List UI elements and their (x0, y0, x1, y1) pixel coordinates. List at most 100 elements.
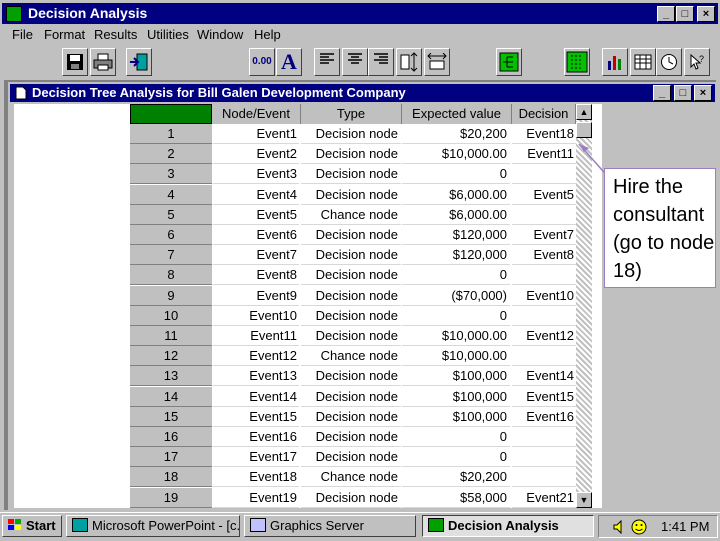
row-header[interactable]: 16 (130, 427, 212, 447)
cell-expected-value[interactable]: $20,200 (402, 467, 510, 488)
cell-node[interactable]: Event5 (213, 205, 299, 225)
cell-decision[interactable] (512, 306, 576, 326)
cell-expected-value[interactable]: 0 (402, 427, 510, 447)
cell-type[interactable]: Decision node (301, 164, 401, 185)
cell-decision[interactable] (512, 447, 576, 468)
cell-node[interactable]: Event6 (213, 225, 299, 245)
cell-expected-value[interactable]: $10,000.00 (402, 326, 510, 346)
column-header-type[interactable]: Type (301, 104, 402, 124)
cell-decision[interactable]: Event16 (512, 407, 576, 427)
cell-expected-value[interactable]: $100,000 (402, 407, 510, 427)
row-header[interactable]: 12 (130, 346, 212, 367)
cell-expected-value[interactable]: 0 (402, 306, 510, 326)
row-height-button[interactable] (396, 48, 422, 76)
row-header[interactable]: 19 (130, 487, 212, 508)
cell-expected-value[interactable]: $120,000 (402, 245, 510, 266)
cell-type[interactable]: Decision node (301, 245, 401, 266)
row-header[interactable]: 10 (130, 305, 212, 326)
column-header-decision[interactable]: Decision (512, 104, 576, 124)
cell-node[interactable]: Event17 (213, 447, 299, 468)
cell-type[interactable]: Decision node (301, 488, 401, 508)
menu-help[interactable]: Help (254, 27, 281, 42)
cell-expected-value[interactable]: ($70,000) (402, 286, 510, 306)
task-powerpoint[interactable]: Microsoft PowerPoint - [c... (66, 515, 240, 537)
cell-node[interactable]: Event16 (213, 427, 299, 447)
cell-type[interactable]: Decision node (301, 306, 401, 326)
cell-type[interactable]: Decision node (301, 124, 401, 144)
decimal-format-button[interactable]: 0.00 (249, 48, 275, 76)
cell-type[interactable]: Decision node (301, 326, 401, 346)
cell-decision[interactable]: Event18 (512, 124, 576, 144)
scroll-down-button[interactable]: ▼ (576, 492, 592, 508)
task-graphics-server[interactable]: Graphics Server (244, 515, 416, 537)
tree-view-button[interactable] (496, 48, 522, 76)
cell-decision[interactable]: Event5 (512, 185, 576, 205)
cell-node[interactable]: Event19 (213, 488, 299, 508)
cell-expected-value[interactable]: $6,000.00 (402, 205, 510, 225)
exit-button[interactable] (126, 48, 152, 76)
maximize-button[interactable]: □ (676, 6, 694, 22)
cell-type[interactable]: Decision node (301, 387, 401, 407)
select-all-corner[interactable] (130, 104, 212, 124)
row-header[interactable]: 15 (130, 406, 212, 427)
row-header[interactable]: 11 (130, 326, 212, 346)
cell-type[interactable]: Decision node (301, 427, 401, 447)
column-header-expected-value[interactable]: Expected value (402, 104, 512, 124)
speaker-icon[interactable] (613, 520, 627, 534)
cell-decision[interactable]: Event10 (512, 286, 576, 306)
child-close-button[interactable]: × (694, 85, 712, 101)
cell-decision[interactable] (512, 164, 576, 185)
cell-decision[interactable] (512, 427, 576, 447)
cell-expected-value[interactable]: $10,000.00 (402, 144, 510, 165)
cell-expected-value[interactable]: $20,200 (402, 124, 510, 144)
decision-tree-app-icon[interactable] (6, 6, 22, 22)
clock-button[interactable] (656, 48, 682, 76)
cell-expected-value[interactable]: $120,000 (402, 225, 510, 245)
row-header[interactable]: 14 (130, 386, 212, 407)
scroll-up-button[interactable]: ▲ (576, 104, 592, 120)
cell-node[interactable]: Event10 (213, 306, 299, 326)
cell-expected-value[interactable]: 0 (402, 447, 510, 468)
cell-node[interactable]: Event3 (213, 164, 299, 185)
task-decision-analysis[interactable]: Decision Analysis (422, 515, 594, 537)
cell-expected-value[interactable]: 0 (402, 164, 510, 185)
cell-decision[interactable]: Event15 (512, 387, 576, 407)
menu-utilities[interactable]: Utilities (147, 27, 189, 42)
cell-node[interactable]: Event9 (213, 286, 299, 306)
row-header[interactable]: 2 (130, 144, 212, 165)
scroll-thumb[interactable] (576, 122, 592, 138)
save-button[interactable] (62, 48, 88, 76)
cell-decision[interactable] (512, 467, 576, 488)
start-button[interactable]: Start (2, 515, 62, 537)
align-center-button[interactable] (342, 48, 368, 76)
cell-expected-value[interactable]: $58,000 (402, 488, 510, 508)
cell-decision[interactable]: Event7 (512, 225, 576, 245)
cell-type[interactable]: Decision node (301, 265, 401, 286)
row-header[interactable]: 18 (130, 467, 212, 488)
cell-decision[interactable]: Event8 (512, 245, 576, 266)
cell-type[interactable]: Decision node (301, 144, 401, 165)
menu-window[interactable]: Window (197, 27, 243, 42)
table-button[interactable] (630, 48, 656, 76)
menu-results[interactable]: Results (94, 27, 137, 42)
child-minimize-button[interactable]: _ (653, 85, 671, 101)
cell-decision[interactable]: Event21 (512, 488, 576, 508)
minimize-button[interactable]: _ (657, 6, 675, 22)
cell-type[interactable]: Decision node (301, 447, 401, 468)
cell-expected-value[interactable]: $6,000.00 (402, 185, 510, 205)
cell-type[interactable]: Decision node (301, 185, 401, 205)
close-button[interactable]: × (697, 6, 715, 22)
cell-type[interactable]: Decision node (301, 366, 401, 387)
row-header[interactable]: 4 (130, 184, 212, 205)
cell-node[interactable]: Event12 (213, 346, 299, 367)
document-icon[interactable] (14, 86, 28, 100)
cell-expected-value[interactable]: $100,000 (402, 366, 510, 387)
cell-decision[interactable]: Event14 (512, 366, 576, 387)
cell-expected-value[interactable]: $100,000 (402, 387, 510, 407)
align-left-button[interactable] (314, 48, 340, 76)
smiley-icon[interactable] (631, 519, 647, 535)
cell-node[interactable]: Event14 (213, 387, 299, 407)
title-bar[interactable]: Decision Analysis _ □ × (2, 3, 718, 24)
font-button[interactable]: A (276, 48, 302, 76)
row-header[interactable]: 17 (130, 447, 212, 468)
